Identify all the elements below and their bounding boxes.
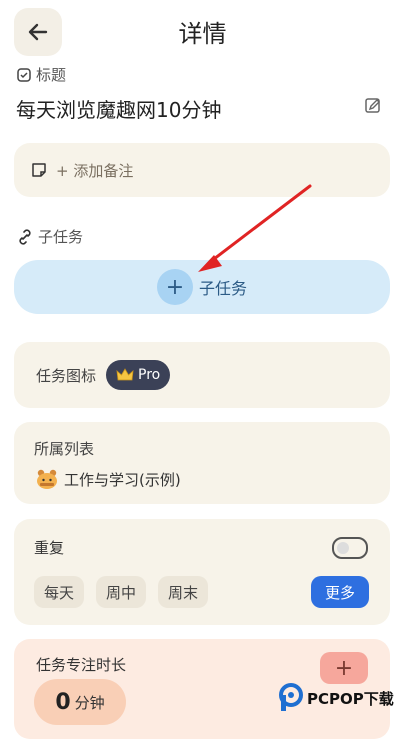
repeat-option-daily[interactable]: 每天 <box>34 576 85 608</box>
focus-minutes-value: 0 <box>55 689 71 715</box>
watermark: PCPOP下载 <box>278 683 394 713</box>
watermark-text: PCPOP下载 <box>307 689 394 708</box>
list-value: 工作与学习(示例) <box>64 470 181 489</box>
repeat-card: 重复 每天 周中 周末 更多 <box>14 519 390 625</box>
focus-add-button[interactable]: + <box>320 652 368 684</box>
pro-badge-text: Pro <box>138 367 161 383</box>
repeat-label: 重复 <box>34 539 65 557</box>
pro-badge[interactable]: Pro <box>106 360 171 390</box>
repeat-option-weekends[interactable]: 周末 <box>158 576 209 608</box>
list-label: 所属列表 <box>34 440 95 458</box>
focus-minutes-unit: 分钟 <box>74 693 105 712</box>
task-icon-row[interactable]: 任务图标 Pro <box>14 342 390 408</box>
pcpop-logo-icon <box>279 683 303 711</box>
toggle-knob <box>337 542 349 554</box>
focus-minutes-pill[interactable]: 0 分钟 <box>34 679 126 725</box>
repeat-toggle[interactable] <box>332 537 368 559</box>
task-icon-label: 任务图标 <box>36 366 97 385</box>
focus-label: 任务专注时长 <box>36 656 127 674</box>
list-card[interactable]: 所属列表 工作与学习(示例) <box>14 422 390 504</box>
repeat-more-button[interactable]: 更多 <box>311 576 369 608</box>
crown-icon <box>116 368 134 381</box>
bear-icon <box>37 469 57 489</box>
repeat-option-weekdays[interactable]: 周中 <box>96 576 147 608</box>
